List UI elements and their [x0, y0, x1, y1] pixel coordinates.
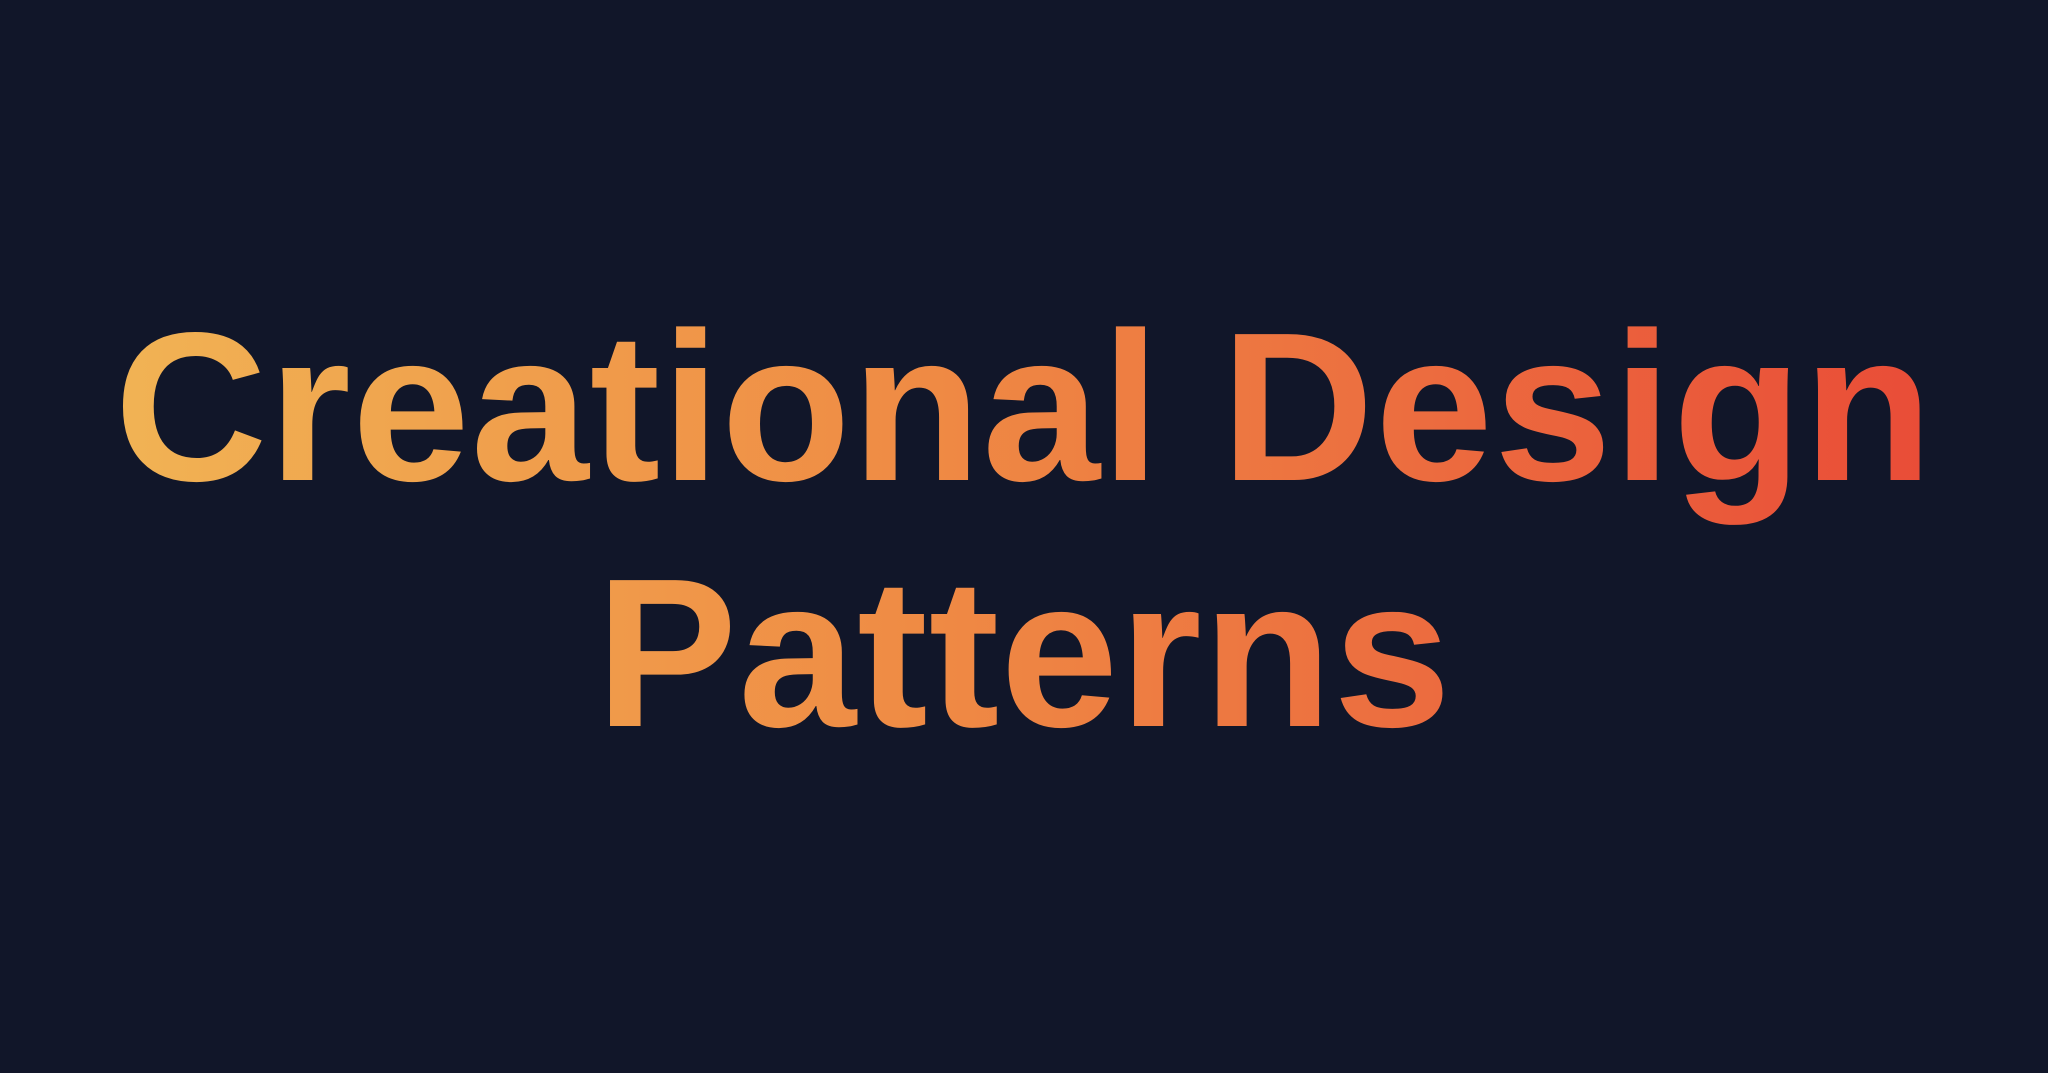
slide-title: Creational Design Patterns: [114, 284, 1933, 776]
title-slide: Creational Design Patterns: [0, 0, 2048, 1073]
slide-title-line-1: Creational Design: [114, 287, 1934, 525]
slide-title-line-2: Patterns: [595, 533, 1453, 771]
